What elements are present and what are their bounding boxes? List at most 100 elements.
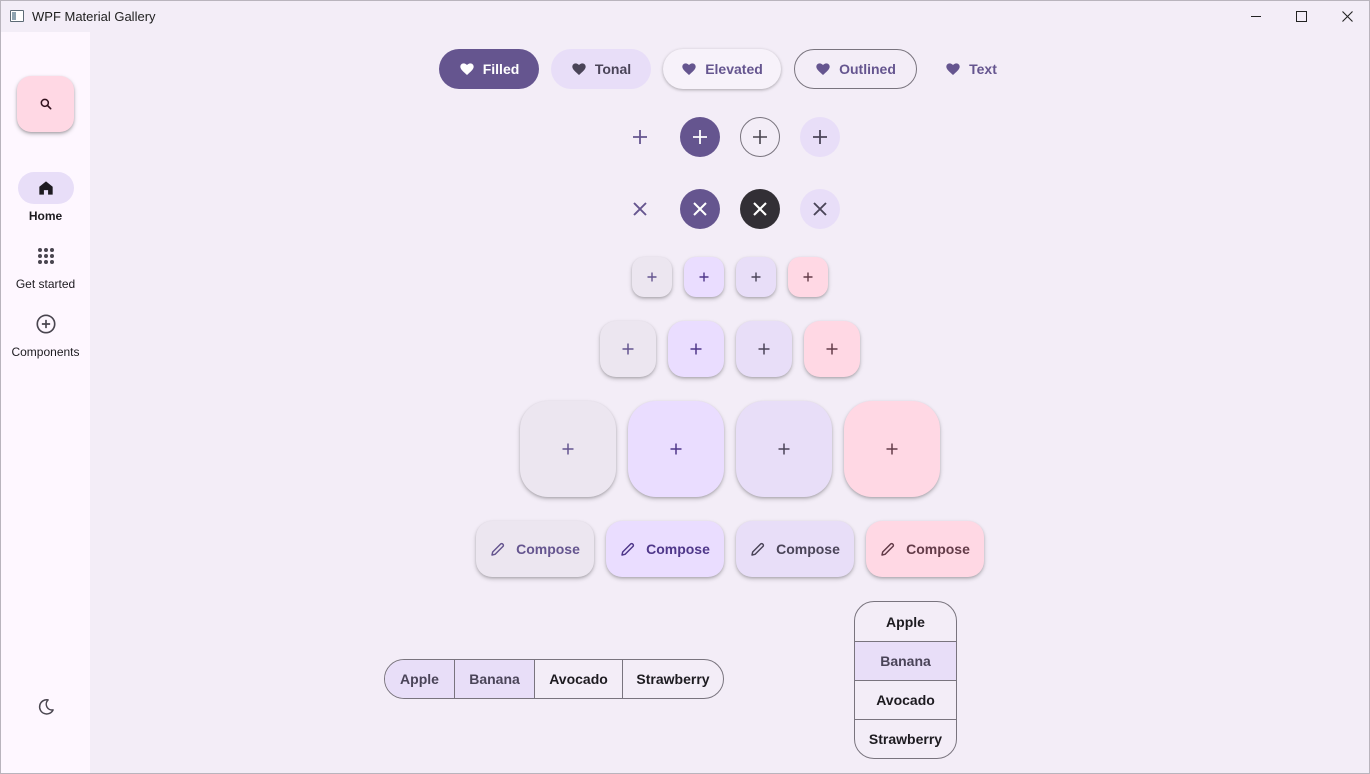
search-fab[interactable] (17, 76, 74, 132)
pencil-icon (621, 542, 635, 556)
heart-icon (946, 63, 960, 75)
button-label: Filled (482, 61, 520, 77)
standard-icon-button-close[interactable] (620, 189, 660, 229)
pencil-icon (751, 542, 765, 556)
moon-icon (38, 699, 54, 715)
segment-avocado[interactable]: Avocado (534, 660, 622, 698)
rail-item-components[interactable]: Components (1, 308, 90, 359)
heart-icon (682, 63, 696, 75)
window-title: WPF Material Gallery (32, 9, 156, 24)
segment-avocado[interactable]: Avocado (855, 680, 956, 719)
extended-fab-label: Compose (516, 541, 580, 557)
rail-icon-container (18, 308, 74, 340)
rail-item-label: Get started (15, 277, 76, 291)
close-icon (633, 202, 647, 216)
rail-active-indicator (17, 172, 74, 204)
tonal-icon-button-close[interactable] (800, 189, 840, 229)
large-fab-primary[interactable] (628, 401, 724, 497)
title-bar: WPF Material Gallery (1, 1, 1369, 32)
fab-tertiary[interactable] (804, 321, 860, 377)
button-label: Text (969, 61, 997, 77)
add-icon (886, 443, 898, 455)
outlined-icon-button-add[interactable] (740, 117, 780, 157)
extended-fab-surface[interactable]: Compose (476, 521, 594, 577)
add-icon (813, 130, 827, 144)
add-icon (699, 272, 709, 282)
small-fab-surface[interactable] (632, 257, 672, 297)
rail-item-label: Home (28, 209, 63, 223)
segmented-button-vertical: Apple Banana Avocado Strawberry (854, 601, 957, 759)
segment-apple[interactable]: Apple (855, 602, 956, 641)
rail-item-home[interactable]: Home (1, 172, 90, 223)
heart-icon (572, 63, 586, 75)
heart-icon (816, 63, 830, 75)
selected-icon-button-close[interactable] (740, 189, 780, 229)
add-icon (778, 443, 790, 455)
add-icon (647, 272, 657, 282)
minimize-icon (1250, 16, 1261, 17)
minimize-button[interactable] (1233, 1, 1279, 32)
tonal-icon-button-add[interactable] (800, 117, 840, 157)
button-label: Elevated (705, 61, 763, 77)
close-icon (813, 202, 827, 216)
add-icon (633, 130, 647, 144)
pencil-icon (491, 542, 505, 556)
rail-item-label: Components (11, 345, 80, 359)
home-icon (38, 181, 53, 195)
close-icon (753, 202, 767, 216)
fab-primary[interactable] (668, 321, 724, 377)
add-icon (803, 272, 813, 282)
filled-icon-button-add[interactable] (680, 117, 720, 157)
rail-item-get-started[interactable]: Get started (1, 240, 90, 291)
segment-strawberry[interactable]: Strawberry (855, 719, 956, 758)
extended-fab-label: Compose (646, 541, 710, 557)
segment-banana[interactable]: Banana (454, 660, 534, 698)
small-fab-tertiary[interactable] (788, 257, 828, 297)
fab-surface[interactable] (600, 321, 656, 377)
extended-fab-label: Compose (776, 541, 840, 557)
navigation-rail: Home Get started Components (1, 32, 90, 773)
add-icon (622, 343, 634, 355)
segment-banana[interactable]: Banana (855, 641, 956, 680)
segment-apple[interactable]: Apple (385, 660, 454, 698)
app-icon (10, 10, 24, 22)
extended-fab-tertiary[interactable]: Compose (866, 521, 984, 577)
small-fab-primary[interactable] (684, 257, 724, 297)
large-fab-secondary[interactable] (736, 401, 832, 497)
add-icon (758, 343, 770, 355)
filled-button[interactable]: Filled (439, 49, 539, 89)
outlined-button[interactable]: Outlined (794, 49, 917, 89)
elevated-button[interactable]: Elevated (663, 49, 781, 89)
close-icon (693, 202, 707, 216)
small-fab-secondary[interactable] (736, 257, 776, 297)
filled-icon-button-close[interactable] (680, 189, 720, 229)
maximize-icon (1295, 11, 1307, 22)
main-content: Filled Tonal Elevated Outlined Text Comp… (90, 32, 1369, 773)
rail-icon-container (18, 240, 74, 272)
large-fab-tertiary[interactable] (844, 401, 940, 497)
theme-toggle-button[interactable] (34, 695, 58, 719)
fab-secondary[interactable] (736, 321, 792, 377)
standard-icon-button-add[interactable] (620, 117, 660, 157)
apps-grid-icon (37, 248, 54, 264)
add-icon (826, 343, 838, 355)
heart-icon (460, 63, 474, 75)
large-fab-surface[interactable] (520, 401, 616, 497)
add-icon (693, 130, 707, 144)
button-label: Tonal (594, 61, 632, 77)
extended-fab-label: Compose (906, 541, 970, 557)
maximize-button[interactable] (1278, 1, 1324, 32)
close-window-button[interactable] (1324, 1, 1369, 32)
add-icon (670, 443, 682, 455)
pencil-icon (881, 542, 895, 556)
button-label: Outlined (839, 61, 896, 77)
add-icon (562, 443, 574, 455)
extended-fab-primary[interactable]: Compose (606, 521, 724, 577)
segment-strawberry[interactable]: Strawberry (622, 660, 723, 698)
close-icon (1341, 11, 1353, 22)
text-button[interactable]: Text (931, 49, 1011, 89)
add-circle-icon (35, 314, 56, 334)
tonal-button[interactable]: Tonal (551, 49, 651, 89)
extended-fab-secondary[interactable]: Compose (736, 521, 854, 577)
search-icon (40, 98, 51, 110)
